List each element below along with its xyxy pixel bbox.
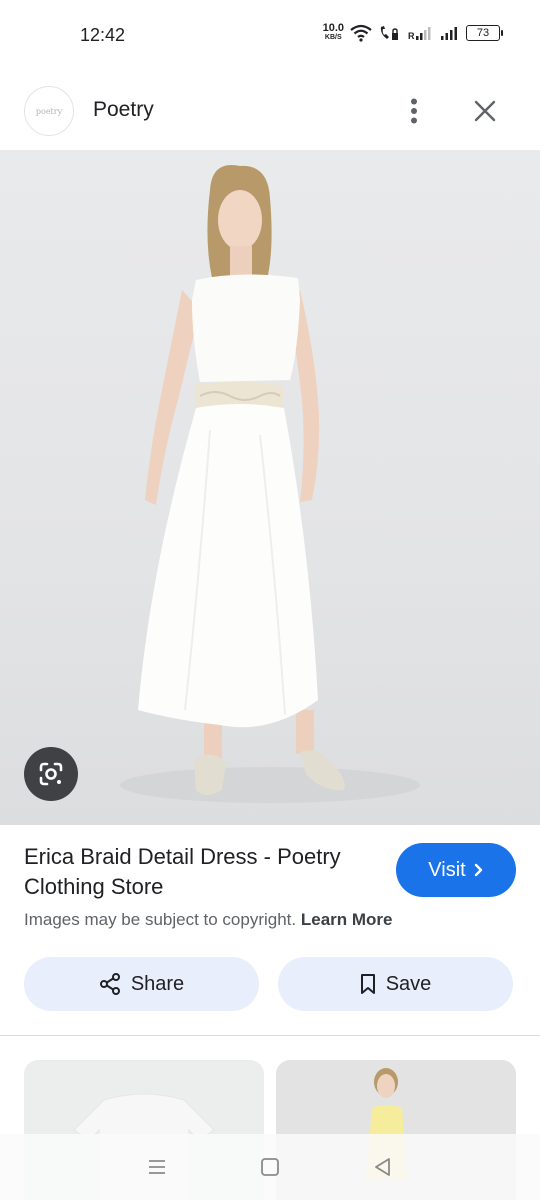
site-logo[interactable]: poetry (24, 86, 74, 136)
system-nav-bar (0, 1134, 540, 1200)
status-time: 12:42 (80, 25, 126, 45)
net-speed-unit: KB/S (324, 34, 342, 41)
nav-recents-button[interactable] (137, 1147, 177, 1187)
lens-icon (39, 762, 63, 786)
svg-text:R: R (408, 31, 415, 41)
menu-icon (148, 1160, 165, 1174)
back-triangle-icon (375, 1158, 391, 1176)
status-icons: 10.0 KB/S R 73 (322, 22, 503, 42)
learn-more-link[interactable]: Learn More (301, 910, 393, 929)
wifi-icon (350, 24, 372, 42)
signal-sim1-icon: R (408, 27, 431, 41)
nav-home-button[interactable] (250, 1147, 290, 1187)
status-bar: 12:42 10.0 KB/S R 73 (0, 0, 540, 72)
close-icon (474, 100, 496, 122)
save-label: Save (385, 972, 432, 995)
visit-label: Visit (428, 858, 466, 881)
net-speed: 10.0 KB/S (322, 22, 344, 42)
share-label: Share (130, 972, 185, 995)
more-options-button[interactable] (398, 92, 430, 130)
source-header: poetry Poetry (0, 72, 540, 150)
save-button[interactable]: Save (278, 957, 513, 1011)
site-logo-text: poetry (35, 106, 63, 116)
nav-back-button[interactable] (363, 1147, 403, 1187)
copyright-text: Images may be subject to copyright. (24, 910, 297, 929)
more-vert-icon (411, 98, 417, 124)
visit-button[interactable]: Visit (396, 843, 516, 897)
google-lens-button[interactable] (24, 747, 78, 801)
home-square-icon (261, 1158, 279, 1176)
site-name[interactable]: Poetry (93, 98, 154, 122)
volte-call-icon (380, 26, 398, 40)
close-button[interactable] (466, 92, 504, 130)
signal-sim2-icon (441, 27, 457, 40)
battery-indicator: 73 (466, 25, 503, 41)
product-title[interactable]: Erica Braid Detail Dress - Poetry Clothi… (24, 842, 364, 902)
section-divider (0, 1035, 540, 1036)
bookmark-icon (360, 974, 375, 994)
chevron-right-icon (474, 863, 482, 877)
product-image[interactable] (0, 150, 540, 825)
share-button[interactable]: Share (24, 957, 259, 1011)
share-icon (99, 973, 120, 995)
net-speed-value: 10.0 (322, 22, 344, 34)
copyright-notice: Images may be subject to copyright. Lear… (24, 910, 393, 930)
dress-photo (120, 165, 420, 803)
